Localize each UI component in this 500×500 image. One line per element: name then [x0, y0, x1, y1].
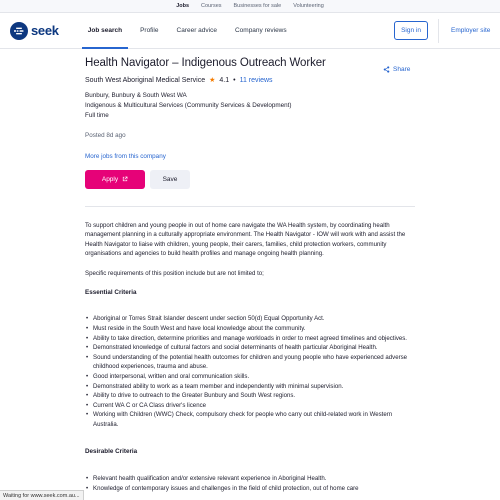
job-description: To support children and young people in …	[85, 221, 415, 494]
share-label: Share	[393, 66, 411, 73]
job-details: Health Navigator – Indigenous Outreach W…	[85, 57, 415, 500]
topbar-link-jobs[interactable]: Jobs	[170, 3, 195, 9]
main-nav: Job search Profile Career advice Company…	[79, 13, 296, 49]
list-item: Knowledge of contemporary issues and cha…	[86, 484, 415, 494]
action-buttons: Apply Save	[85, 169, 415, 189]
nav-company-reviews[interactable]: Company reviews	[226, 13, 296, 48]
list-item: Demonstrated ability to work as a team m…	[86, 382, 415, 392]
company-name[interactable]: South West Aboriginal Medical Service	[85, 77, 205, 84]
section-divider	[85, 205, 415, 207]
more-jobs-link[interactable]: More jobs from this company	[85, 153, 415, 160]
apply-label: Apply	[101, 175, 119, 183]
job-work-type: Full time	[85, 112, 109, 120]
list-item: Demonstrated knowledge of cultural facto…	[86, 343, 415, 353]
list-item: Sound understanding of the potential hea…	[86, 353, 415, 372]
share-icon	[383, 66, 390, 73]
posted-date: Posted 8d ago	[85, 131, 126, 139]
list-item: Working with Children (WWC) Check, compu…	[86, 410, 415, 429]
company-row: South West Aboriginal Medical Service ★ …	[85, 76, 415, 85]
rating-separator: •	[233, 76, 236, 84]
company-rating: 4.1	[219, 76, 230, 84]
save-button[interactable]: Save	[150, 169, 190, 189]
essential-criteria-heading: Essential Criteria	[85, 288, 137, 296]
topbar-link-courses[interactable]: Courses	[195, 3, 227, 9]
star-icon: ★	[209, 77, 216, 84]
job-meta: Bunbury, Bunbury & South West WA Indigen…	[85, 91, 415, 122]
share-button[interactable]: Share	[383, 66, 410, 73]
sign-in-button[interactable]: Sign in	[394, 21, 428, 40]
essential-criteria-list: Aboriginal or Torres Strait Islander des…	[85, 314, 415, 429]
site-header: seek Job search Profile Career advice Co…	[0, 13, 500, 49]
product-switcher-bar: Jobs Courses Businesses for sale Volunte…	[0, 0, 500, 13]
job-location: Bunbury, Bunbury & South West WA	[85, 92, 187, 99]
header-divider	[438, 19, 439, 43]
nav-profile[interactable]: Profile	[131, 13, 167, 48]
job-title: Health Navigator – Indigenous Outreach W…	[85, 57, 326, 69]
browser-status-bar: Waiting for www.seek.com.au...	[0, 490, 84, 500]
desirable-criteria-heading: Desirable Criteria	[85, 448, 138, 456]
external-link-icon	[122, 176, 128, 182]
description-specific-requirements: Specific requirements of this position i…	[85, 269, 264, 277]
seek-logo-text: seek	[31, 23, 59, 38]
company-reviews-link[interactable]: 11 reviews	[240, 77, 273, 84]
list-item: Ability to drive to outreach to the Grea…	[86, 391, 415, 401]
seek-logo[interactable]: seek	[10, 13, 59, 48]
topbar-link-businesses-for-sale[interactable]: Businesses for sale	[228, 3, 288, 9]
desirable-criteria-list: Relevant health qualification and/or ext…	[85, 474, 415, 493]
list-item: Good interpersonal, written and oral com…	[86, 372, 415, 382]
list-item: Current WA C or CA Class driver's licenc…	[86, 401, 415, 411]
list-item: Relevant health qualification and/or ext…	[86, 474, 415, 484]
employer-site-link[interactable]: Employer site	[451, 27, 490, 34]
job-category: Indigenous & Multicultural Services (Com…	[85, 102, 292, 110]
seek-logo-icon	[10, 21, 28, 40]
nav-job-search[interactable]: Job search	[79, 13, 131, 49]
description-intro: To support children and young people in …	[85, 221, 406, 258]
apply-button[interactable]: Apply	[85, 169, 145, 189]
list-item: Must reside in the South West and have l…	[86, 324, 415, 334]
list-item: Aboriginal or Torres Strait Islander des…	[86, 314, 415, 324]
topbar-link-volunteering[interactable]: Volunteering	[287, 3, 330, 9]
list-item: Ability to take direction, determine pri…	[86, 334, 415, 344]
nav-career-advice[interactable]: Career advice	[168, 13, 226, 48]
